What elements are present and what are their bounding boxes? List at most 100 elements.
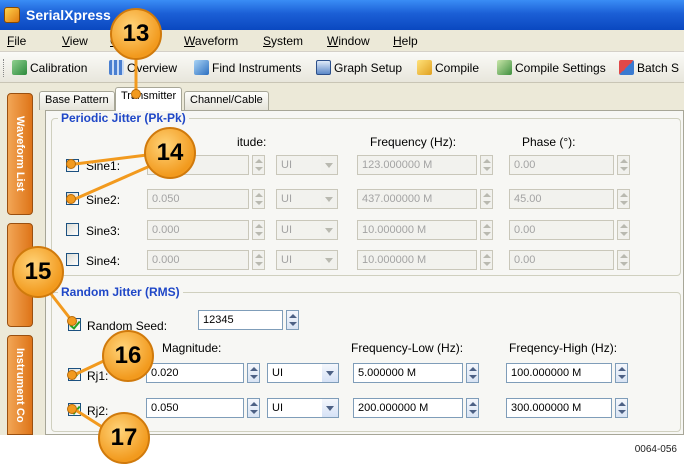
menu-window[interactable]: Window: [327, 33, 370, 49]
random-freq-high-header: Freqency-High (Hz):: [509, 341, 618, 355]
graph-setup-button[interactable]: Graph Setup: [316, 59, 402, 77]
periodic-jitter-title: Periodic Jitter (Pk-Pk): [58, 111, 189, 125]
compile-settings-label: Compile Settings: [515, 61, 606, 75]
menu-file[interactable]: File: [7, 33, 26, 49]
callout-14: 14: [144, 127, 196, 179]
tab-base-pattern[interactable]: Base Pattern: [39, 91, 115, 110]
batch-icon: [619, 60, 634, 75]
rj2-unit-select[interactable]: UI: [267, 398, 339, 418]
rj2-unit-value: UI: [272, 402, 283, 414]
callout-16-dot: [67, 370, 77, 380]
chevron-down-icon: [321, 251, 337, 269]
menu-help[interactable]: Help: [393, 33, 418, 49]
sine2-magnitude-spinner[interactable]: [252, 189, 265, 209]
sine3-frequency-spinner[interactable]: [480, 220, 493, 240]
callout-14-dot-a: [66, 159, 76, 169]
sine2-phase-field[interactable]: 45.00: [509, 189, 614, 209]
sine1-magnitude-spinner[interactable]: [252, 155, 265, 175]
tab-channel-cable[interactable]: Channel/Cable: [184, 91, 269, 110]
sine4-phase-spinner[interactable]: [617, 250, 630, 270]
rj2-freq-low-field[interactable]: 200.000000 M: [353, 398, 463, 418]
rj1-freq-high-spinner[interactable]: [615, 363, 628, 383]
rj2-magnitude-field[interactable]: 0.050: [146, 398, 244, 418]
callout-15: 15: [12, 246, 64, 298]
sine4-label: Sine4:: [86, 254, 121, 268]
find-instruments-button[interactable]: Find Instruments: [194, 59, 301, 77]
random-freq-low-header: Frequency-Low (Hz):: [351, 341, 464, 355]
sine3-magnitude-field[interactable]: 0.000: [147, 220, 249, 240]
sine1-phase-field[interactable]: 0.00: [509, 155, 614, 175]
rj1-freq-high-field[interactable]: 100.000000 M: [506, 363, 612, 383]
sidebar-tab-instrument[interactable]: Instrument Co: [7, 335, 33, 435]
calibration-label: Calibration: [30, 61, 88, 75]
rj2-freq-high-spinner[interactable]: [615, 398, 628, 418]
sine2-label: Sine2:: [86, 193, 121, 207]
sine4-frequency-field[interactable]: 10.000000 M: [357, 250, 477, 270]
sine4-magnitude-spinner[interactable]: [252, 250, 265, 270]
sine1-frequency-spinner[interactable]: [480, 155, 493, 175]
sine1-unit-select[interactable]: UI: [276, 155, 338, 175]
compile-icon: [417, 60, 432, 75]
overview-button[interactable]: Overview: [109, 59, 177, 77]
rj1-magnitude-field[interactable]: 0.020: [146, 363, 244, 383]
batch-button[interactable]: Batch S: [619, 59, 679, 77]
menu-view[interactable]: View: [62, 33, 88, 49]
sine1-label: Sine1:: [86, 159, 121, 173]
sidebar-tab-waveform-list[interactable]: Waveform List: [7, 93, 33, 215]
chevron-down-icon: [321, 221, 337, 239]
callout-17: 17: [98, 412, 150, 464]
sine2-unit-select[interactable]: UI: [276, 189, 338, 209]
callout-14-dot-b: [66, 194, 76, 204]
sine3-phase-field[interactable]: 0.00: [509, 220, 614, 240]
chevron-down-icon: [322, 399, 338, 417]
calibration-icon: [12, 60, 27, 75]
sine2-phase-spinner[interactable]: [617, 189, 630, 209]
application-window: SerialXpress File View Co Waveform Syste…: [0, 0, 684, 435]
sine1-phase-spinner[interactable]: [617, 155, 630, 175]
menu-waveform[interactable]: Waveform: [184, 33, 238, 49]
compile-settings-button[interactable]: Compile Settings: [497, 59, 606, 77]
overview-icon: [109, 60, 124, 75]
sine3-magnitude-spinner[interactable]: [252, 220, 265, 240]
callout-13-dot: [131, 89, 141, 99]
rj1-unit-select[interactable]: UI: [267, 363, 339, 383]
menu-system[interactable]: System: [263, 33, 303, 49]
sine2-frequency-field[interactable]: 437.000000 M: [357, 189, 477, 209]
periodic-magnitude-header: itude:: [237, 135, 267, 149]
sine4-unit-value: UI: [281, 254, 292, 266]
sine3-unit-select[interactable]: UI: [276, 220, 338, 240]
graph-setup-label: Graph Setup: [334, 61, 403, 75]
title-bar: SerialXpress: [0, 0, 684, 30]
sine2-frequency-spinner[interactable]: [480, 189, 493, 209]
sine3-checkbox[interactable]: [66, 223, 79, 236]
tab-transmitter[interactable]: Transmitter: [115, 87, 183, 111]
sine3-phase-spinner[interactable]: [617, 220, 630, 240]
sine4-frequency-spinner[interactable]: [480, 250, 493, 270]
find-instruments-icon: [194, 60, 209, 75]
rj2-freq-low-spinner[interactable]: [466, 398, 479, 418]
rj1-freq-low-field[interactable]: 5.000000 M: [353, 363, 463, 383]
sine3-label: Sine3:: [86, 224, 121, 238]
compile-button[interactable]: Compile: [417, 59, 479, 77]
sine2-magnitude-field[interactable]: 0.050: [147, 189, 249, 209]
rj2-label: Rj2:: [87, 404, 109, 418]
sine4-checkbox[interactable]: [66, 253, 79, 266]
rj2-freq-high-field[interactable]: 300.000000 M: [506, 398, 612, 418]
sine3-frequency-field[interactable]: 10.000000 M: [357, 220, 477, 240]
sine4-phase-field[interactable]: 0.00: [509, 250, 614, 270]
sine4-unit-select[interactable]: UI: [276, 250, 338, 270]
random-seed-field[interactable]: 12345: [198, 310, 283, 330]
sine1-frequency-field[interactable]: 123.000000 M: [357, 155, 477, 175]
callout-13: 13: [110, 8, 162, 60]
calibration-button[interactable]: Calibration: [12, 59, 87, 77]
find-instruments-label: Find Instruments: [212, 61, 302, 75]
sine4-magnitude-field[interactable]: 0.000: [147, 250, 249, 270]
chevron-down-icon: [322, 364, 338, 382]
random-seed-spinner[interactable]: [286, 310, 299, 330]
rj1-magnitude-spinner[interactable]: [247, 363, 260, 383]
transmitter-panel: Periodic Jitter (Pk-Pk) itude: Frequency…: [45, 110, 684, 435]
rj2-magnitude-spinner[interactable]: [247, 398, 260, 418]
menu-bar: File View Co Waveform System Window Help: [0, 30, 684, 52]
callout-16: 16: [102, 330, 154, 382]
rj1-freq-low-spinner[interactable]: [466, 363, 479, 383]
